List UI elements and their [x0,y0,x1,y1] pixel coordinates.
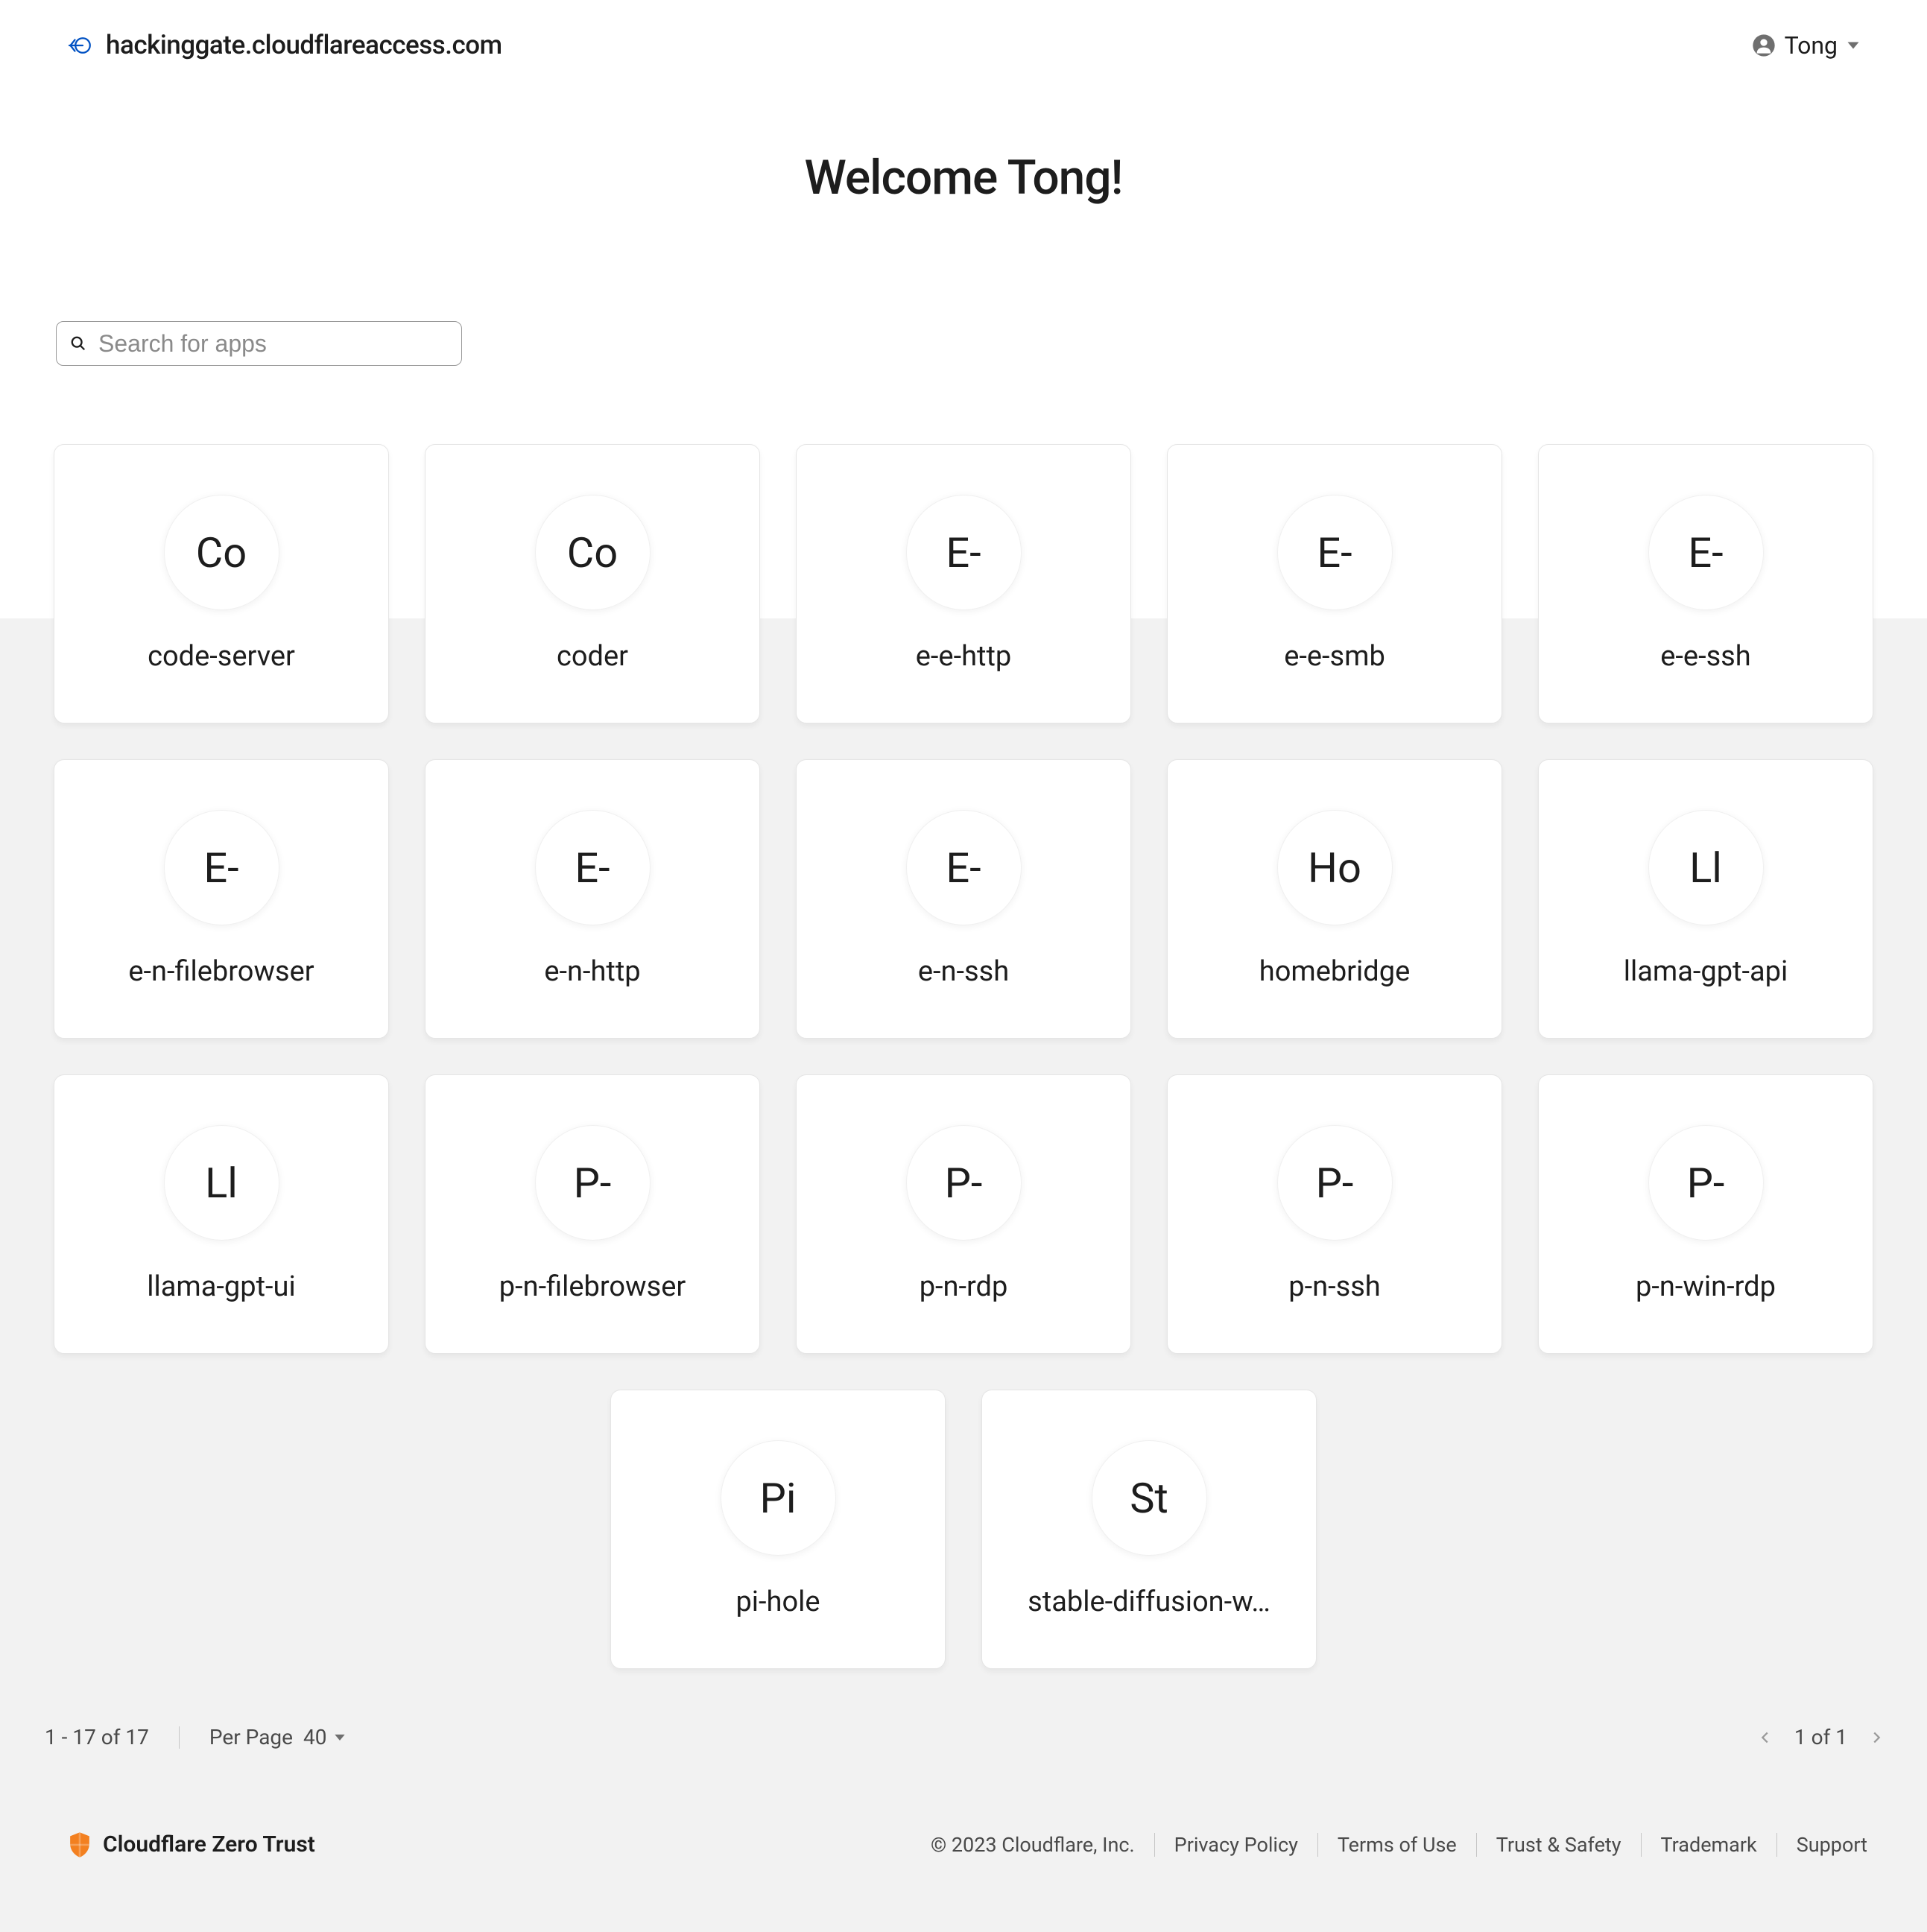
app-card[interactable]: E-e-e-http [796,444,1131,723]
page-info: 1 of 1 [1794,1725,1847,1749]
app-avatar: E- [1277,495,1393,610]
app-card[interactable]: Co coder [425,444,760,723]
app-name: p-n-filebrowser [499,1270,686,1303]
app-name: e-n-http [544,955,640,988]
divider [179,1726,180,1749]
cloudflare-access-icon [67,32,94,59]
prev-page-button[interactable] [1756,1728,1775,1747]
chevron-left-icon [1757,1729,1773,1746]
footer-link[interactable]: Trademark [1642,1833,1777,1857]
chevron-down-icon [334,1732,346,1743]
app-name: pi-hole [735,1586,820,1618]
chevron-down-icon [1847,39,1860,52]
app-card[interactable]: Co code-server [54,444,389,723]
per-page-label: Per Page [209,1725,293,1749]
app-name: e-n-ssh [918,955,1009,988]
app-card[interactable]: E-e-n-filebrowser [54,759,389,1039]
app-card[interactable]: Ll llama-gpt-api [1538,759,1873,1039]
chevron-right-icon [1868,1729,1885,1746]
app-name: code-server [148,640,295,673]
shield-icon [67,1832,92,1857]
search-icon [70,335,86,352]
app-card[interactable]: P-p-n-rdp [796,1074,1131,1354]
app-card[interactable]: P-p-n-filebrowser [425,1074,760,1354]
app-card[interactable]: P-p-n-win-rdp [1538,1074,1873,1354]
app-card[interactable]: E-e-e-ssh [1538,444,1873,723]
app-name: llama-gpt-api [1624,955,1788,988]
app-name: coder [557,640,628,673]
app-name: llama-gpt-ui [147,1270,295,1303]
app-name: stable-diffusion-w… [1028,1586,1271,1618]
app-avatar: E- [164,810,279,925]
user-avatar-icon [1752,34,1776,57]
footer-copyright: © 2023 Cloudflare, Inc. [931,1833,1155,1857]
app-name: e-e-smb [1284,640,1385,673]
app-card[interactable]: Pi pi-hole [610,1390,946,1669]
app-name: e-e-ssh [1660,640,1750,673]
app-card[interactable]: P-p-n-ssh [1167,1074,1502,1354]
app-avatar: E- [535,810,651,925]
app-avatar: Pi [721,1440,836,1556]
app-card[interactable]: E-e-n-http [425,759,760,1039]
access-domain: hackinggate.cloudflareaccess.com [106,30,502,60]
pager-range: 1 - 17 of 17 [45,1725,149,1749]
app-name: p-n-rdp [920,1270,1008,1303]
app-avatar: E- [1648,495,1764,610]
next-page-button[interactable] [1867,1728,1886,1747]
app-card[interactable]: Ho homebridge [1167,759,1502,1039]
app-avatar: Co [535,495,651,610]
app-name: p-n-win-rdp [1636,1270,1776,1303]
footer-brand: Cloudflare Zero Trust [67,1831,315,1857]
app-avatar: Co [164,495,279,610]
app-card[interactable]: E-e-n-ssh [796,759,1131,1039]
app-name: e-e-http [916,640,1011,673]
app-card[interactable]: St stable-diffusion-w… [981,1390,1317,1669]
app-avatar: P- [1277,1125,1393,1241]
app-card[interactable]: E-e-e-smb [1167,444,1502,723]
app-name: homebridge [1259,955,1410,988]
app-name: p-n-ssh [1288,1270,1380,1303]
app-name: e-n-filebrowser [128,955,314,988]
footer-link[interactable]: Support [1777,1833,1867,1857]
app-avatar: Ho [1277,810,1393,925]
footer-link[interactable]: Trust & Safety [1477,1833,1642,1857]
app-avatar: P- [535,1125,651,1241]
footer-link[interactable]: Terms of Use [1318,1833,1477,1857]
per-page-select[interactable]: 40 [303,1725,346,1749]
app-avatar: St [1092,1440,1207,1556]
app-avatar: E- [906,810,1022,925]
app-avatar: P- [1648,1125,1764,1241]
per-page-value: 40 [303,1725,326,1749]
user-menu[interactable]: Tong [1752,31,1860,60]
app-avatar: Ll [164,1125,279,1241]
search-input[interactable] [98,330,448,358]
header-brand[interactable]: hackinggate.cloudflareaccess.com [67,30,502,60]
welcome-heading: Welcome Tong! [0,150,1927,206]
app-avatar: E- [906,495,1022,610]
app-card[interactable]: Ll llama-gpt-ui [54,1074,389,1354]
user-name: Tong [1785,31,1838,60]
footer-link[interactable]: Privacy Policy [1155,1833,1318,1857]
app-avatar: Ll [1648,810,1764,925]
footer-brand-text: Cloudflare Zero Trust [103,1831,315,1857]
app-avatar: P- [906,1125,1022,1241]
